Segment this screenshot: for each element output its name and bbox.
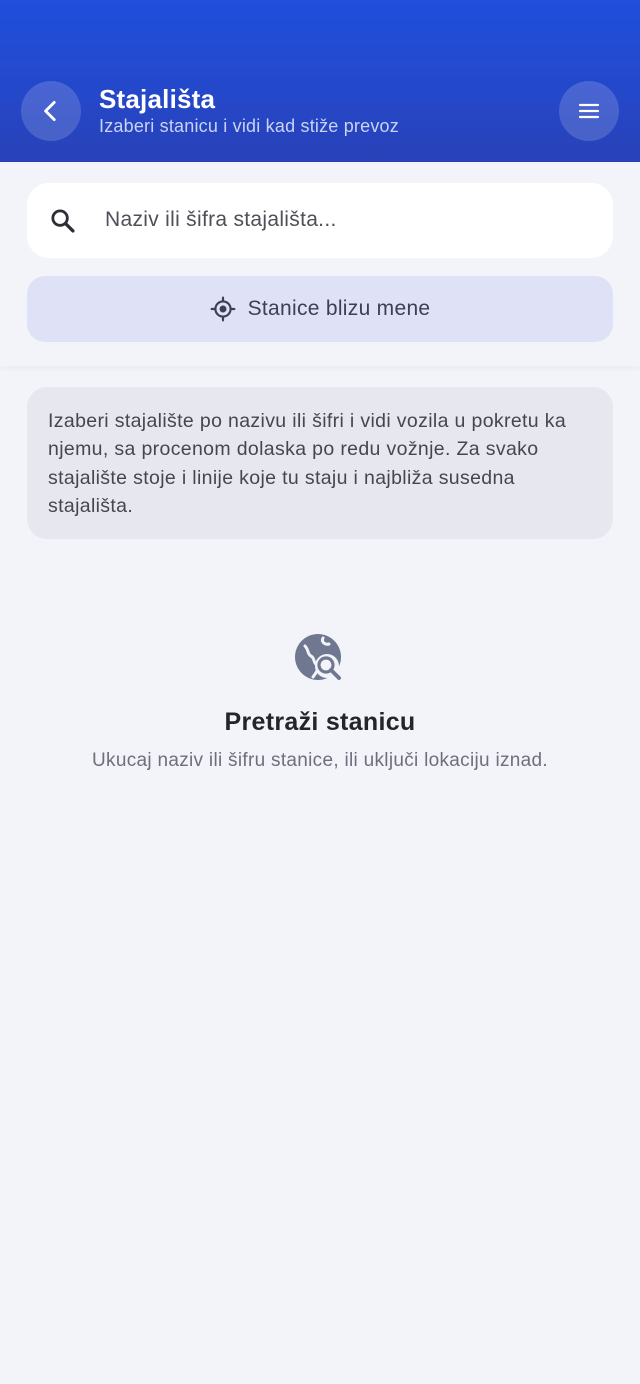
info-card: Izaberi stajalište po nazivu ili šifri i… (27, 387, 613, 539)
search-icon (51, 209, 75, 233)
nearby-stations-label: Stanice blizu mene (247, 297, 431, 320)
menu-button[interactable] (559, 81, 619, 141)
info-text: Izaberi stajalište po nazivu ili šifri i… (48, 410, 567, 517)
empty-state-subtitle: Ukucaj naziv ili šifru stanice, ili uklj… (92, 750, 548, 771)
globe-search-icon (295, 634, 341, 680)
nearby-stations-button[interactable]: Stanice blizu mene (27, 276, 613, 342)
page-title: Stajališta (99, 84, 216, 114)
chevron-left-icon (44, 100, 56, 122)
page-subtitle: Izaberi stanicu i vidi kad stiže prevoz (99, 116, 399, 136)
search-input[interactable] (105, 200, 585, 240)
hamburger-menu-icon (578, 103, 600, 119)
app-header: Stajališta Izaberi stanicu i vidi kad st… (0, 0, 640, 162)
empty-state-title: Pretraži stanicu (224, 708, 416, 736)
back-button[interactable] (21, 81, 81, 141)
locate-crosshair-icon (210, 296, 236, 322)
